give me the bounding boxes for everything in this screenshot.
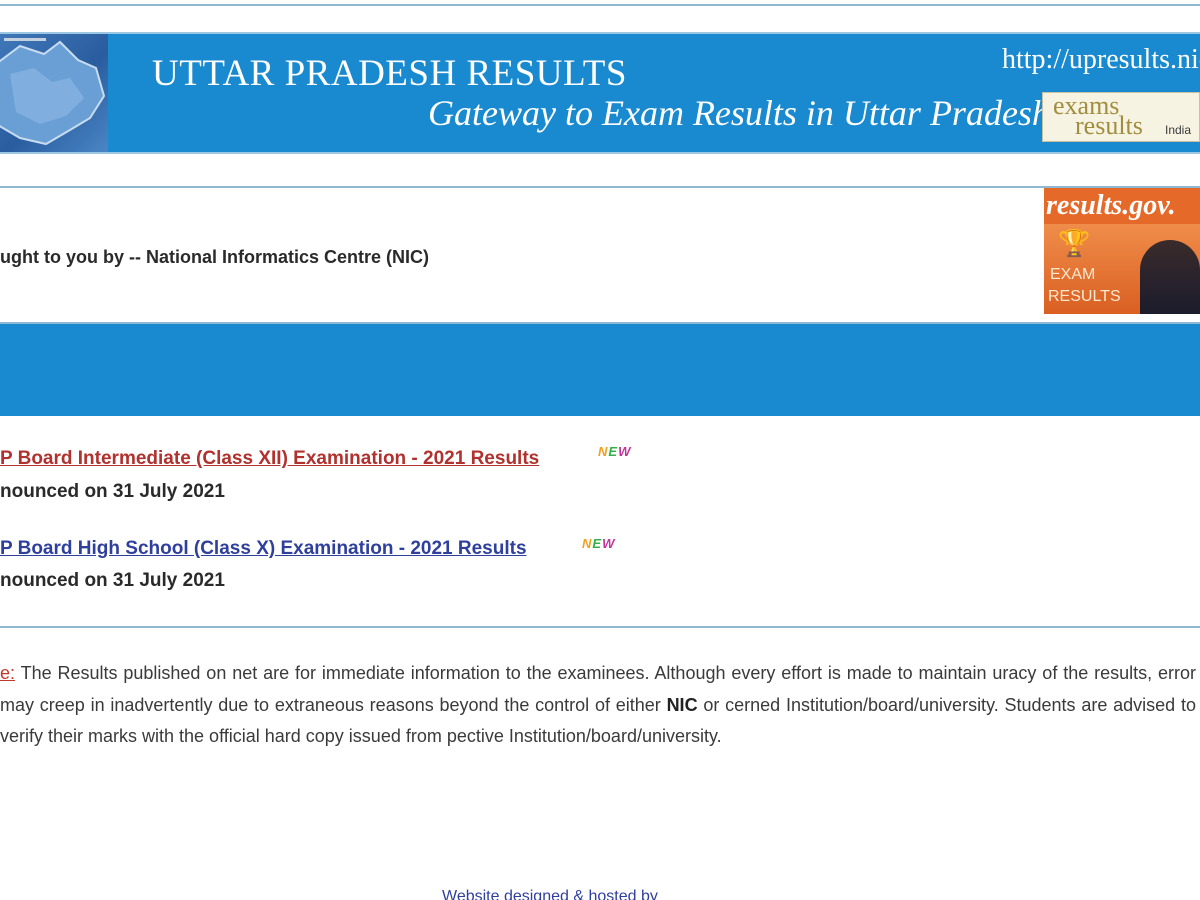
exams-logo-line2: results [1075,111,1143,140]
site-title: UTTAR PRADESH RESULTS [152,53,627,94]
results-gov-title: results.gov. [1046,190,1176,221]
top-divider [0,4,1200,6]
high-school-results-link[interactable]: P Board High School (Class X) Examinatio… [0,538,527,560]
footer-credit: Website designed & hosted by [442,888,658,900]
disclaimer-note: e: The Results published on net are for … [0,658,1196,753]
exams-logo-suffix: India [1165,123,1192,137]
credit-top-divider [0,186,1200,188]
graduate-figure-icon [1140,240,1200,314]
results-gov-results-label: RESULTS [1048,288,1121,305]
up-state-map-icon [0,34,108,152]
new-badge-icon: NEW [582,536,616,551]
site-url[interactable]: http://upresults.nic. [1002,44,1200,76]
navigation-bar [0,324,1200,416]
trophy-icon: 🏆 [1058,228,1091,258]
intermediate-results-link[interactable]: P Board Intermediate (Class XII) Examina… [0,448,539,470]
note-nic-bold: NIC [666,694,698,715]
note-label: e: [0,663,16,683]
site-tagline: Gateway to Exam Results in Uttar Pradesh [428,93,1050,133]
credit-text: ught to you by -- National Informatics C… [0,247,430,267]
intermediate-announced-date: nounced on 31 July 2021 [0,481,225,502]
results-gov-logo[interactable]: results.gov. 🏆 EXAM RESULTS [1044,188,1200,314]
results-divider [0,626,1200,628]
results-gov-exam-label: EXAM [1050,266,1096,283]
exams-results-india-logo[interactable]: exams results India [1042,92,1200,142]
high-school-announced-date: nounced on 31 July 2021 [0,570,225,591]
new-badge-icon: NEW [598,444,632,459]
